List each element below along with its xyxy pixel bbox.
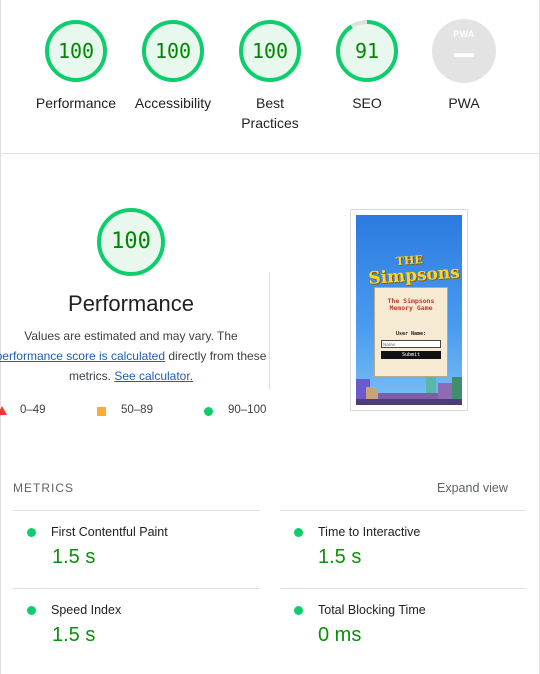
pass-circle-icon	[204, 407, 213, 416]
pass-circle-icon	[27, 528, 36, 537]
pass-circle-icon	[294, 528, 303, 537]
name-input: Name	[381, 340, 441, 348]
user-name-label: User Name:	[395, 331, 427, 337]
category-gauge-best-practices[interactable]: 100	[237, 18, 303, 84]
metric-value: 1.5 s	[52, 546, 96, 568]
see-calculator-link[interactable]: See calculator.	[114, 369, 193, 383]
metrics-divider	[13, 510, 260, 511]
expand-view-toggle[interactable]: Expand view	[437, 481, 508, 495]
gauge-score: 100	[251, 39, 289, 63]
legend-pass-range: 90–100	[228, 404, 267, 416]
pwa-badge-text: PWA	[453, 29, 475, 39]
pass-circle-icon	[294, 606, 303, 615]
score-calculated-link[interactable]: performance score is calculated	[0, 349, 165, 363]
metric-value: 1.5 s	[318, 546, 362, 568]
category-label-best-practices: Best Practices	[241, 95, 299, 131]
gauge-score: 91	[354, 39, 380, 63]
metric-label: Total Blocking Time	[318, 603, 426, 617]
legend-fail-range: 0–49	[20, 404, 46, 416]
metric-value: 1.5 s	[52, 624, 96, 646]
category-gauge-accessibility[interactable]: 100	[140, 18, 206, 84]
performance-score: 100	[111, 229, 151, 254]
metric-label: Speed Index	[51, 603, 122, 617]
metrics-divider	[13, 588, 260, 589]
performance-description: Values are estimated and may vary. The p…	[0, 326, 270, 386]
screenshot-image: THE Simpsons The Simpsons Memory Game Us…	[356, 215, 462, 405]
category-gauge-seo[interactable]: 91	[334, 18, 400, 84]
metrics-header: METRICS	[13, 481, 74, 495]
pwa-badge[interactable]: PWA	[432, 19, 496, 83]
pass-circle-icon	[27, 606, 36, 615]
metric-value: 0 ms	[318, 624, 362, 646]
gauge-score: 100	[154, 39, 192, 63]
simpsons-logo: THE Simpsons	[367, 253, 461, 289]
metrics-divider	[280, 510, 526, 511]
metric-label: Time to Interactive	[318, 525, 421, 539]
category-label-seo: SEO	[352, 95, 382, 111]
category-gauge-performance[interactable]: 100	[43, 18, 109, 84]
pwa-dash-icon	[454, 53, 474, 57]
submit-button: Submit	[381, 351, 441, 359]
header-divider	[0, 153, 540, 154]
final-screenshot-thumbnail[interactable]: THE Simpsons The Simpsons Memory Game Us…	[350, 209, 468, 411]
category-label-accessibility: Accessibility	[134, 95, 212, 111]
gauge-score: 100	[57, 39, 95, 63]
card-title: The Simpsons Memory Game	[387, 297, 435, 312]
section-divider	[269, 272, 270, 390]
category-label-performance: Performance	[35, 95, 117, 111]
performance-gauge: 100	[95, 206, 167, 278]
metrics-divider	[280, 588, 526, 589]
metric-label: First Contentful Paint	[51, 525, 168, 539]
average-square-icon	[97, 407, 106, 416]
login-card: The Simpsons Memory Game User Name: Name…	[374, 287, 448, 377]
category-label-pwa: PWA	[448, 95, 480, 111]
legend-average-range: 50–89	[121, 404, 153, 416]
fail-triangle-icon	[0, 406, 7, 415]
performance-title: Performance	[68, 291, 194, 316]
